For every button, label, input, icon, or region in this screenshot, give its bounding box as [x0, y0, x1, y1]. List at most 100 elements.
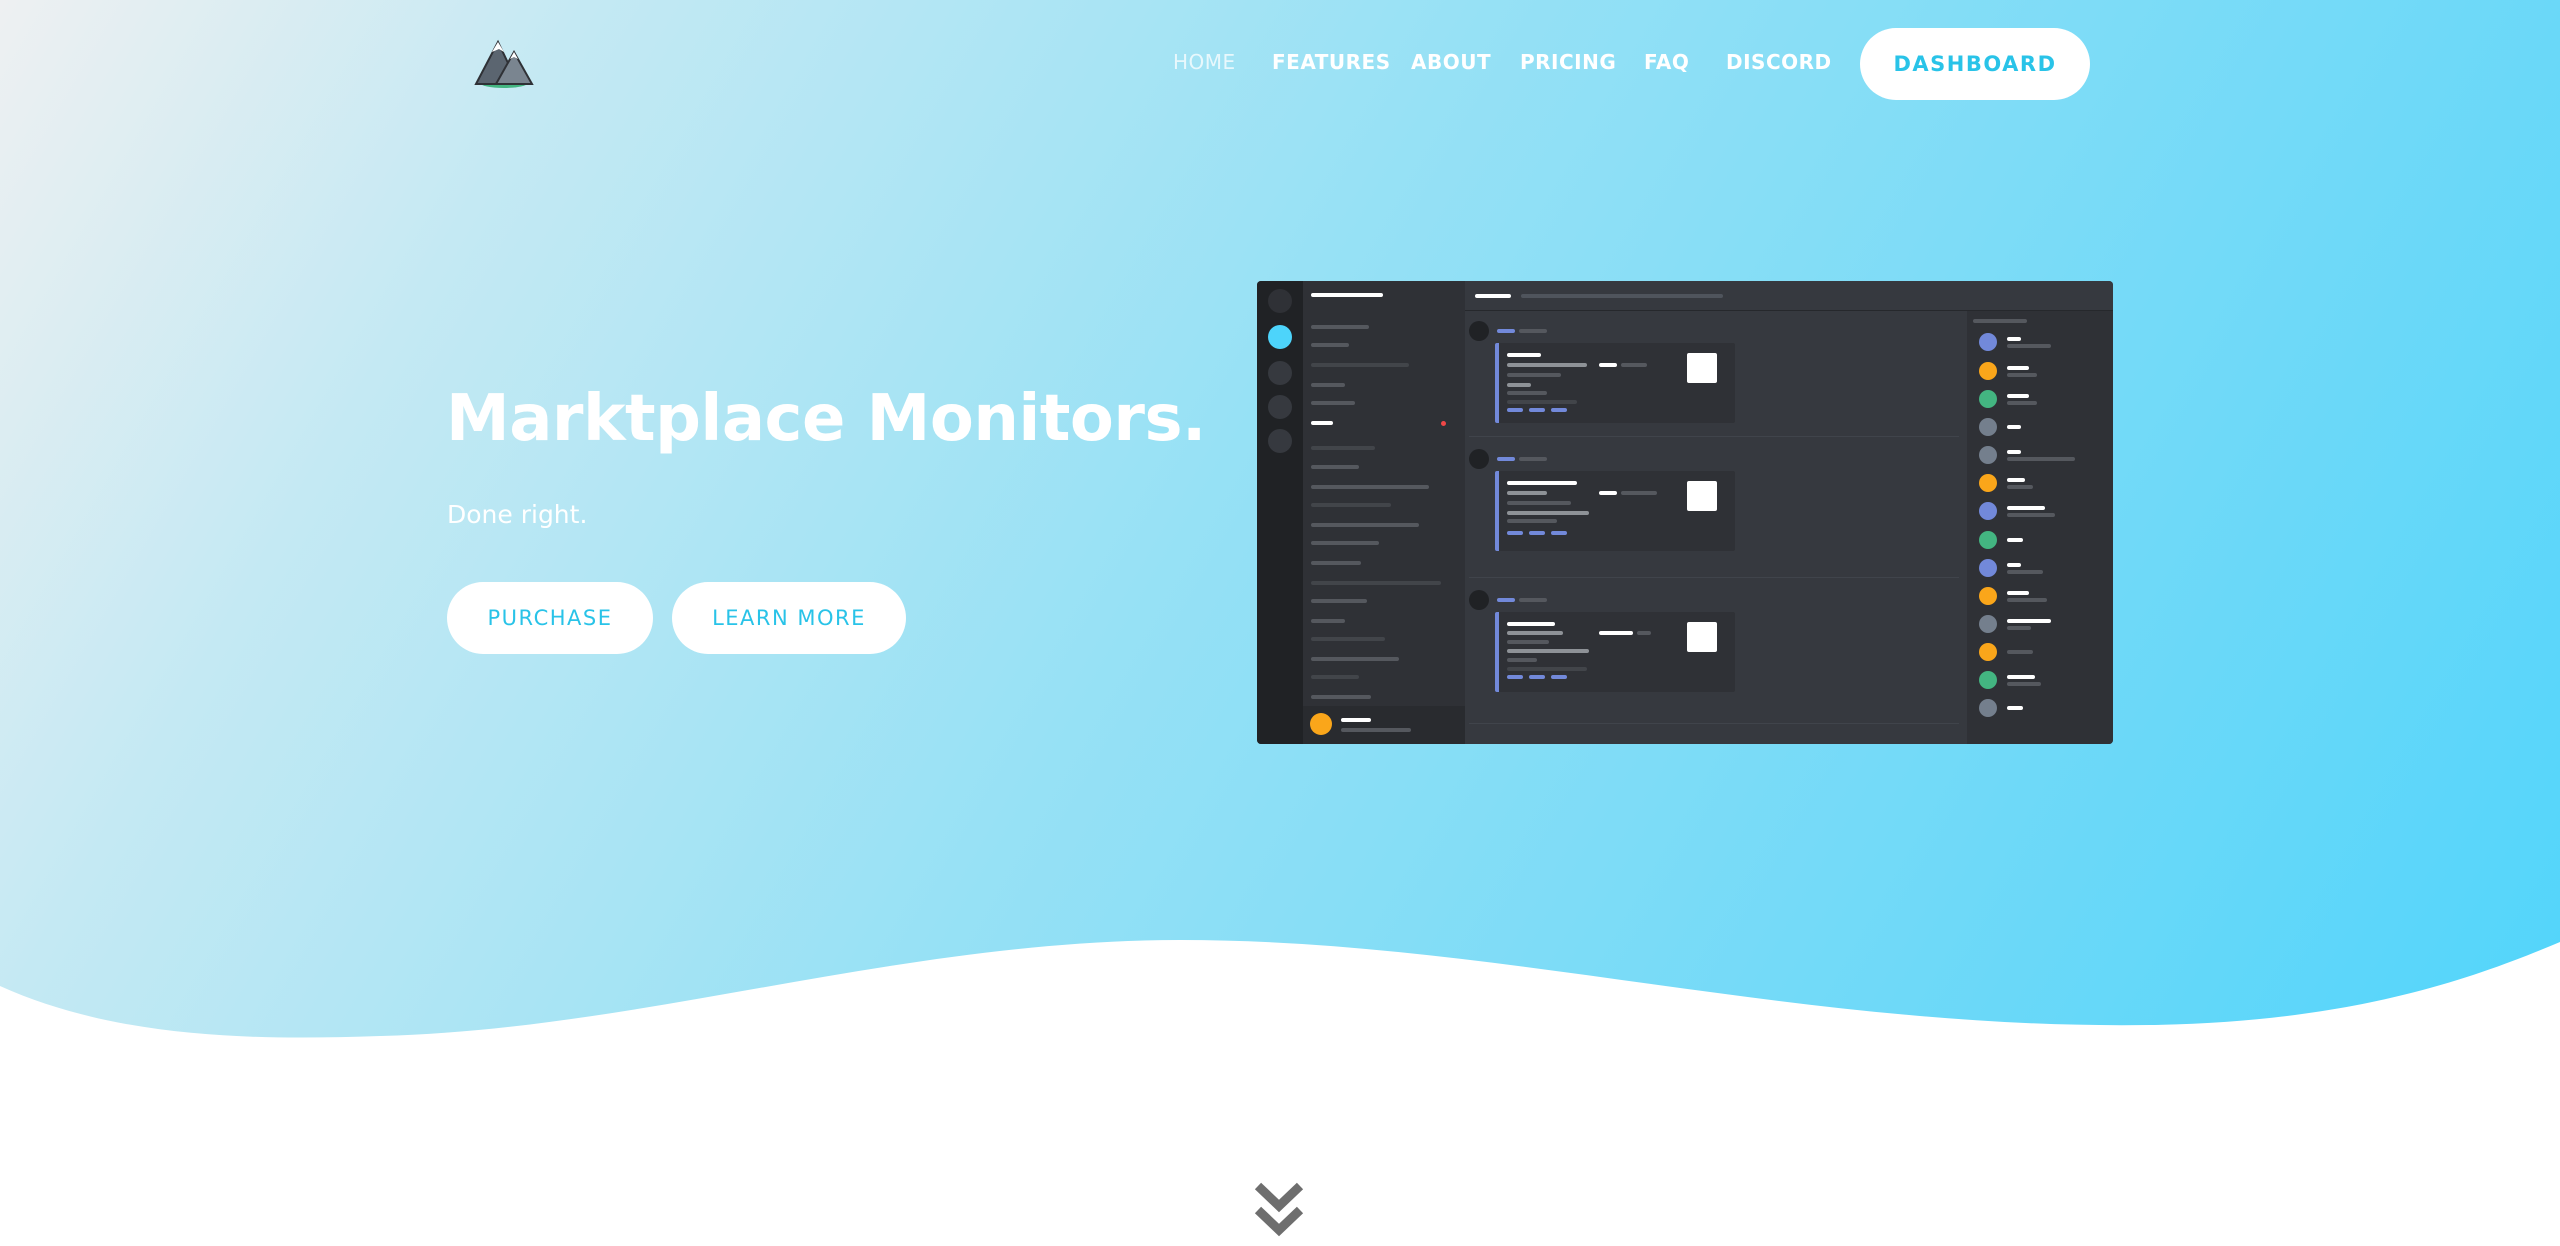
embed-link-line [1507, 675, 1523, 679]
embed-line [1507, 667, 1587, 671]
message-avatar [1469, 590, 1489, 610]
channel-line [1311, 541, 1379, 545]
channel-line [1311, 523, 1419, 527]
embed-line [1507, 631, 1563, 635]
nav-about-link[interactable]: ABOUT [1411, 50, 1491, 78]
user-avatar [1310, 713, 1332, 735]
server-list [1257, 281, 1303, 744]
channel-line [1311, 325, 1369, 329]
embed-line [1621, 491, 1657, 495]
member-name-line [2007, 337, 2021, 341]
nav-home-link[interactable]: HOME [1173, 50, 1236, 78]
channel-line [1311, 599, 1367, 603]
member-status-line [2007, 682, 2041, 686]
member-status-line [2007, 401, 2037, 405]
double-chevron-down-icon[interactable] [1252, 1180, 1306, 1240]
timestamp-line [1519, 329, 1547, 333]
embed-line [1507, 391, 1547, 395]
channel-line [1311, 581, 1441, 585]
embed-title-line [1507, 353, 1541, 357]
embed-link-line [1529, 408, 1545, 412]
purchase-button[interactable]: PURCHASE [447, 582, 653, 654]
channel-line [1311, 637, 1385, 641]
member-avatar [1979, 531, 1997, 549]
channel-line [1311, 657, 1399, 661]
member-status-line [2007, 598, 2047, 602]
member-list [1967, 311, 2113, 744]
member-avatar [1979, 643, 1997, 661]
embed-price-line [1599, 363, 1617, 367]
channel-line [1311, 363, 1409, 367]
channel-list [1303, 281, 1465, 744]
nav-pricing-link[interactable]: PRICING [1520, 50, 1616, 78]
app-screenshot-mockup [1257, 281, 2113, 744]
member-name-line [2007, 450, 2021, 454]
member-name-line [2007, 394, 2029, 398]
channel-line [1311, 343, 1349, 347]
usertag-line [1341, 728, 1411, 732]
member-avatar [1979, 559, 1997, 577]
mountain-logo-icon[interactable] [468, 34, 540, 94]
embed-price-line [1599, 631, 1633, 635]
hero-title: Marktplace Monitors. [446, 382, 1206, 456]
message-separator [1469, 577, 1959, 578]
timestamp-line [1519, 598, 1547, 602]
member-status-line [2007, 373, 2037, 377]
user-panel [1303, 706, 1465, 744]
bot-name-line [1497, 457, 1515, 461]
member-name-line [2007, 619, 2051, 623]
bot-name-line [1497, 329, 1515, 333]
embed-link-line [1507, 531, 1523, 535]
message-avatar [1469, 449, 1489, 469]
embed-thumbnail [1687, 481, 1717, 511]
nav-faq-link[interactable]: FAQ [1644, 50, 1689, 78]
channel-line [1311, 383, 1345, 387]
server-icon [1268, 289, 1292, 313]
dashboard-button[interactable]: DASHBOARD [1860, 28, 2090, 100]
monitor-embed [1495, 343, 1735, 423]
timestamp-line [1519, 457, 1547, 461]
embed-line [1507, 383, 1531, 387]
embed-line [1507, 519, 1557, 523]
embed-line [1507, 363, 1587, 367]
member-name-line [2007, 538, 2023, 542]
member-avatar [1979, 502, 1997, 520]
member-name-line [2007, 425, 2021, 429]
member-name-line [2007, 591, 2029, 595]
member-name-line [2007, 675, 2035, 679]
member-avatar [1979, 474, 1997, 492]
member-avatar [1979, 615, 1997, 633]
member-avatar [1979, 418, 1997, 436]
message-separator [1469, 723, 1959, 724]
nav-discord-link[interactable]: DISCORD [1726, 50, 1832, 78]
member-avatar [1979, 390, 1997, 408]
embed-price-line [1599, 491, 1617, 495]
embed-line [1637, 631, 1651, 635]
nav-features-link[interactable]: FEATURES [1272, 50, 1391, 78]
member-name-line [2007, 366, 2029, 370]
monitor-embed [1495, 612, 1735, 692]
member-avatar [1979, 446, 1997, 464]
server-icon [1268, 429, 1292, 453]
member-name-line [2007, 706, 2023, 710]
embed-line [1507, 649, 1589, 653]
channel-line [1311, 465, 1359, 469]
top-navigation: HOME FEATURES ABOUT PRICING FAQ DISCORD … [0, 0, 2560, 130]
embed-line [1621, 363, 1647, 367]
server-icon-active [1268, 325, 1292, 349]
embed-link-line [1529, 675, 1545, 679]
channel-line [1311, 446, 1375, 450]
embed-line [1507, 640, 1549, 644]
embed-line [1507, 373, 1561, 377]
embed-link-line [1551, 408, 1567, 412]
channel-line-active [1311, 421, 1333, 425]
channel-line [1311, 675, 1359, 679]
embed-line [1507, 501, 1571, 505]
member-avatar [1979, 671, 1997, 689]
server-icon [1268, 395, 1292, 419]
channel-topic-line [1521, 294, 1723, 298]
learn-more-button[interactable]: LEARN MORE [672, 582, 906, 654]
embed-line [1507, 511, 1589, 515]
channel-line [1311, 485, 1429, 489]
embed-link-line [1507, 408, 1523, 412]
